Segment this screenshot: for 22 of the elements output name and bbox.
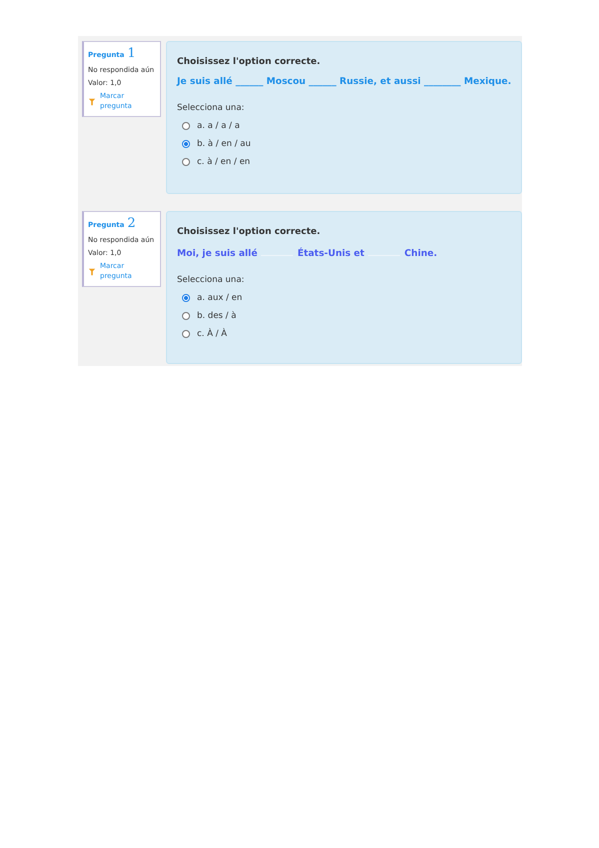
option-label[interactable]: a. aux / en: [197, 293, 242, 303]
option-label[interactable]: c. à / en / en: [197, 157, 250, 167]
option-label[interactable]: b. des / à: [197, 311, 236, 321]
radio-button[interactable]: [182, 122, 190, 130]
question-prompt: Choisissez l'option correcte.: [177, 227, 322, 237]
radio-button[interactable]: [182, 158, 190, 166]
radio-button[interactable]: [182, 312, 190, 320]
radio-button[interactable]: [182, 330, 190, 338]
radio-button[interactable]: [182, 140, 190, 148]
question-number: 1: [127, 46, 136, 61]
answer-instruction: Selecciona una:: [177, 103, 246, 113]
sentence-text: États-Unis et: [297, 248, 364, 259]
answer-instruction: Selecciona una:: [177, 275, 246, 285]
question-number: 2: [127, 216, 136, 231]
sentence-text: Je suis allé ______ Moscou ______ Russie, et aussi ________ Mexique.: [177, 76, 512, 87]
radio-button[interactable]: [182, 294, 190, 302]
option-label[interactable]: b. à / en / au: [197, 139, 251, 149]
option-label[interactable]: c. À / À: [197, 329, 227, 339]
sentence-text: Moi, je suis allé: [177, 248, 258, 259]
sentence-text: Chine.: [404, 248, 438, 259]
question-prompt: Choisissez l'option correcte.: [177, 57, 322, 67]
option-label[interactable]: a. a / a / a: [197, 121, 240, 131]
